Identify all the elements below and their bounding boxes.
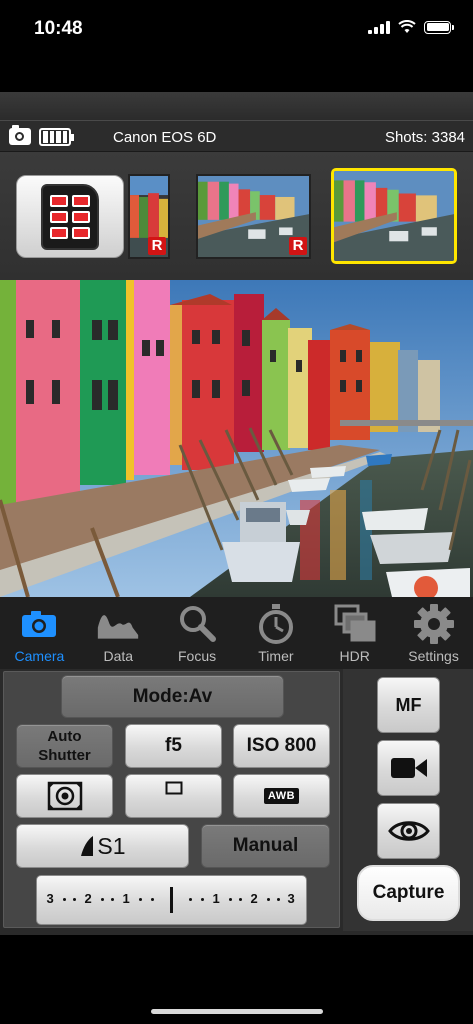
- stopwatch-icon: [254, 603, 298, 645]
- tab-label: HDR: [339, 648, 370, 664]
- tab-bar: Camera Data Focus Timer HDR Settings: [0, 597, 473, 669]
- top-spacer: [0, 60, 473, 92]
- single-shot-icon: [165, 781, 182, 795]
- white-balance-button[interactable]: AWB: [233, 774, 330, 818]
- mode-button[interactable]: Mode:Av: [61, 675, 284, 718]
- magnifier-icon: [175, 603, 219, 645]
- tab-label: Focus: [178, 648, 217, 664]
- shots-remaining: Shots: 3384: [384, 129, 465, 146]
- metering-button[interactable]: [16, 774, 113, 818]
- picture-style-button[interactable]: S1: [16, 824, 189, 868]
- ev-scale: 3 2 1 1 2 3: [47, 885, 297, 915]
- camera-info-bar: Canon EOS 6D Shots: 3384: [0, 120, 473, 152]
- aperture-button[interactable]: f5: [125, 724, 222, 768]
- capture-controls: MF Capture: [343, 669, 473, 931]
- iso-button[interactable]: ISO 800: [233, 724, 330, 768]
- camera-battery-icon: [39, 128, 74, 146]
- status-icons: [368, 20, 454, 34]
- ev-tick-label: 2: [250, 891, 258, 906]
- tab-timer[interactable]: Timer: [236, 597, 315, 669]
- thumbnail-image: [334, 171, 454, 261]
- ev-center-marker: [169, 887, 173, 913]
- tab-label: Camera: [14, 648, 65, 664]
- focus-mode-button[interactable]: Manual: [201, 824, 330, 868]
- exposure-controls: Mode:Av Auto Shutter f5 ISO 800 AWB S1 M…: [3, 671, 340, 928]
- exposure-compensation-scale[interactable]: 3 2 1 1 2 3: [36, 875, 307, 925]
- thumbnail-1[interactable]: R: [128, 174, 170, 259]
- video-camera-icon: [390, 758, 427, 778]
- status-time: 10:48: [34, 18, 83, 39]
- camera-icon: [17, 603, 61, 645]
- raw-badge: R: [148, 237, 166, 255]
- header-bar: [0, 92, 473, 120]
- home-indicator[interactable]: [151, 1009, 323, 1014]
- auto-shutter-button[interactable]: Auto Shutter: [16, 724, 113, 768]
- auto-shutter-label-line2: Shutter: [38, 747, 91, 764]
- eye-icon: [387, 821, 430, 841]
- mf-button[interactable]: MF: [377, 677, 440, 733]
- ev-tick-label: 1: [212, 891, 220, 906]
- sd-card-icon: [41, 184, 99, 250]
- tab-label: Data: [103, 648, 134, 664]
- live-view-image: [0, 280, 473, 597]
- ev-tick-label: 3: [287, 891, 295, 906]
- cellular-signal-icon: [368, 20, 390, 34]
- tab-label: Timer: [258, 648, 294, 664]
- histogram-icon: [96, 603, 140, 645]
- picture-style-label: S1: [97, 832, 126, 859]
- tab-settings[interactable]: Settings: [394, 597, 473, 669]
- control-panel: Mode:Av Auto Shutter f5 ISO 800 AWB S1 M…: [0, 669, 473, 935]
- hdr-icon: [333, 603, 377, 645]
- preview-button[interactable]: [377, 803, 440, 859]
- tab-camera[interactable]: Camera: [0, 597, 79, 669]
- capture-button[interactable]: Capture: [357, 865, 460, 921]
- auto-shutter-label-line1: Auto: [47, 728, 82, 745]
- picture-style-icon: [81, 836, 94, 856]
- ev-tick-label: 1: [122, 891, 130, 906]
- drive-mode-button[interactable]: [125, 774, 222, 818]
- ev-tick-label: 3: [46, 891, 54, 906]
- tab-data[interactable]: Data: [79, 597, 158, 669]
- video-button[interactable]: [377, 740, 440, 796]
- evaluative-metering-icon: [47, 781, 82, 811]
- thumbnail-strip[interactable]: R R: [0, 152, 473, 280]
- live-view[interactable]: [0, 280, 473, 597]
- tab-hdr[interactable]: HDR: [315, 597, 394, 669]
- tab-focus[interactable]: Focus: [158, 597, 237, 669]
- gear-icon: [412, 603, 456, 645]
- ev-tick-label: 2: [84, 891, 92, 906]
- awb-label: AWB: [263, 788, 300, 804]
- sd-card-button[interactable]: [16, 175, 124, 258]
- thumbnail-2[interactable]: R: [196, 174, 311, 259]
- tab-label: Settings: [408, 648, 459, 664]
- phone-battery-icon: [424, 20, 454, 34]
- camera-model: Canon EOS 6D: [113, 129, 217, 146]
- raw-badge: R: [289, 237, 307, 255]
- thumbnail-3-selected[interactable]: [331, 168, 457, 264]
- wifi-icon: [398, 20, 416, 33]
- status-bar: 10:48: [0, 0, 473, 60]
- camera-icon: [9, 125, 31, 145]
